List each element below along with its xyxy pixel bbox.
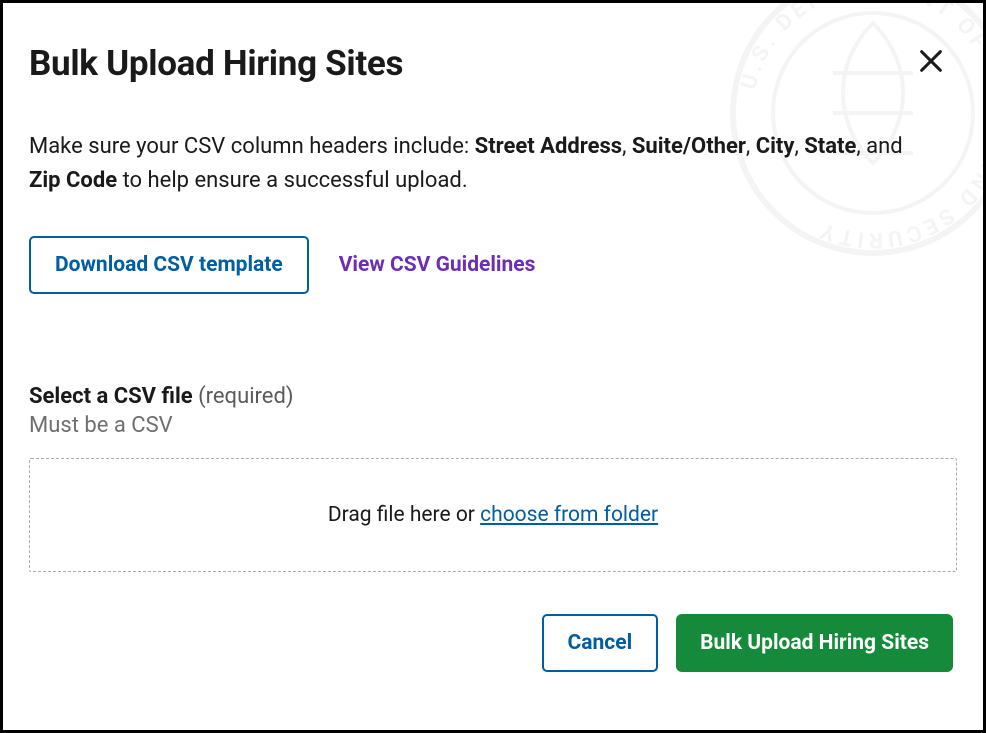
csv-field-zip: Zip Code [29,168,117,193]
file-select-label: Select a CSV file (required) [29,384,957,409]
bulk-upload-dialog: U.S. DEPARTMENT OF HOMELAND SECURITY Bul… [0,0,986,733]
intro-lead: Make sure your CSV column headers includ… [29,134,475,159]
dropzone-text: Drag file here or [328,503,480,527]
intro-text: Make sure your CSV column headers includ… [29,130,929,198]
download-csv-template-button[interactable]: Download CSV template [29,236,309,294]
svg-text:U.S. DEPARTMENT OF HOMELAND SE: U.S. DEPARTMENT OF HOMELAND SECURITY [736,0,986,252]
file-hint: Must be a CSV [29,413,957,438]
actions-row: Download CSV template View CSV Guideline… [29,236,957,294]
view-csv-guidelines-link[interactable]: View CSV Guidelines [339,253,536,277]
file-select-label-required: (required) [193,384,294,409]
intro-trail: to help ensure a successful upload. [117,168,468,193]
dialog-title: Bulk Upload Hiring Sites [29,43,957,84]
csv-field-street: Street Address [475,134,622,159]
csv-field-city: City [756,134,795,159]
choose-from-folder-link[interactable]: choose from folder [480,503,658,527]
csv-field-state: State [804,134,856,159]
csv-field-suite: Suite/Other [632,134,746,159]
file-dropzone[interactable]: Drag file here or choose from folder [29,458,957,572]
bulk-upload-submit-button[interactable]: Bulk Upload Hiring Sites [676,614,953,672]
dialog-footer: Cancel Bulk Upload Hiring Sites [542,614,953,672]
close-icon[interactable] [917,47,945,75]
cancel-button[interactable]: Cancel [542,614,659,672]
file-select-label-bold: Select a CSV file [29,384,193,409]
